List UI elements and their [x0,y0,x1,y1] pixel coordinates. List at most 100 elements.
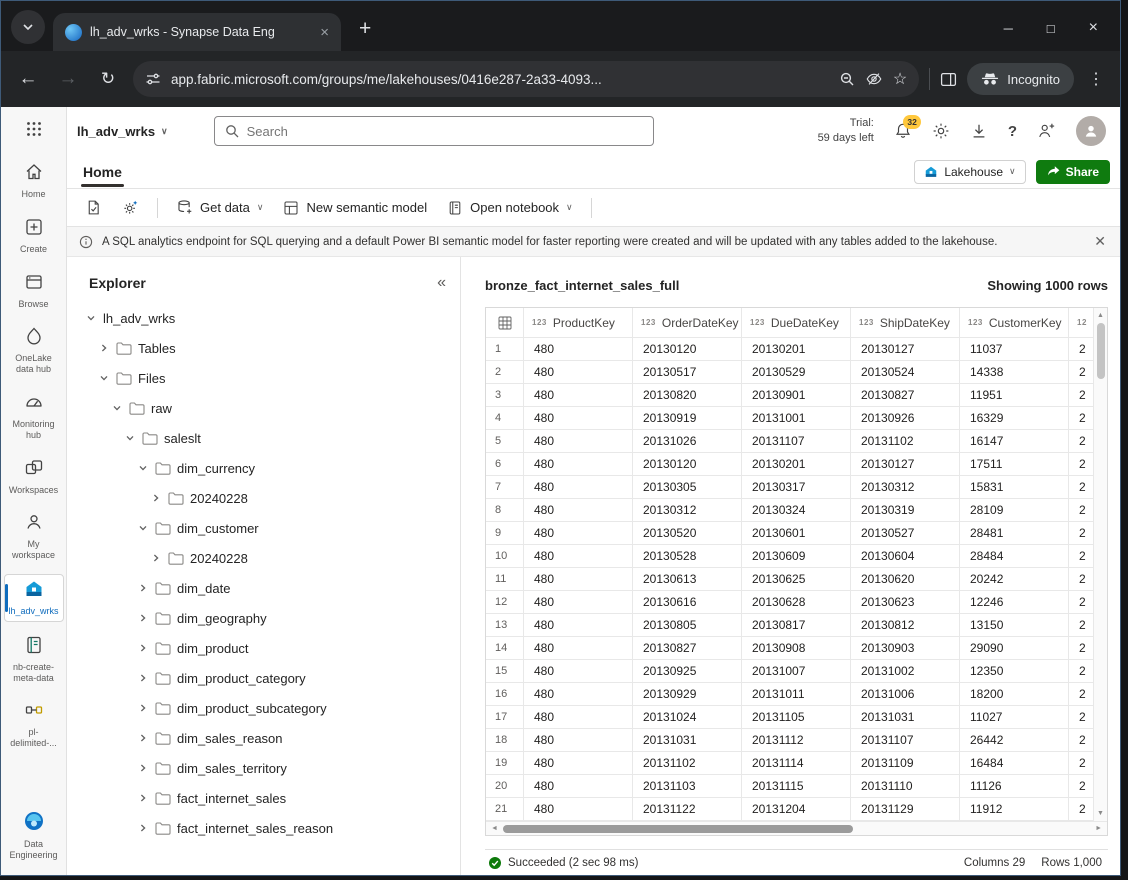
row-number-cell[interactable]: 9 [486,522,524,545]
row-number-cell[interactable]: 12 [486,591,524,614]
downloads-button[interactable] [970,122,988,140]
cell[interactable]: 20131006 [851,683,960,706]
tree-item-dim-product[interactable]: dim_product [67,633,460,663]
cell[interactable]: 11951 [960,384,1069,407]
cell[interactable]: 20242 [960,568,1069,591]
rail-item-monitoring-hub[interactable]: Monitoring hub [4,388,64,445]
cell[interactable]: 480 [524,683,633,706]
tree-item-lh-adv-wrks[interactable]: lh_adv_wrks [67,303,460,333]
refresh-icon[interactable]: ↻ [93,69,123,89]
cell[interactable]: 480 [524,522,633,545]
cell[interactable]: 480 [524,729,633,752]
rail-item-my-workspace[interactable]: My workspace [4,508,64,565]
cell[interactable]: 480 [524,637,633,660]
url-bar[interactable]: app.fabric.microsoft.com/groups/me/lakeh… [133,61,919,97]
rail-item-workspaces[interactable]: Workspaces [4,454,64,500]
cell[interactable]: 20130812 [851,614,960,637]
cell[interactable]: 28481 [960,522,1069,545]
rail-item-data-engineering[interactable]: Data Engineering [4,806,64,865]
cell[interactable]: 20130929 [633,683,742,706]
get-data-button[interactable]: Get data ∨ [168,194,271,221]
feedback-button[interactable] [1037,122,1056,140]
cell[interactable]: 20130127 [851,453,960,476]
cell[interactable]: 20131122 [633,798,742,821]
cell-partial[interactable]: 2 [1069,729,1093,752]
scrollbar-thumb[interactable] [1097,323,1105,379]
tree-item-dim-geography[interactable]: dim_geography [67,603,460,633]
scroll-left-icon[interactable]: ◄ [486,825,503,832]
cell[interactable]: 20130817 [742,614,851,637]
cell[interactable]: 20130925 [633,660,742,683]
cell[interactable]: 480 [524,384,633,407]
close-button[interactable]: × [1089,19,1098,37]
browser-tab[interactable]: lh_adv_wrks - Synapse Data Eng × [53,13,341,51]
column-header-shipdatekey[interactable]: 123ShipDateKey [851,308,960,338]
chevron-right-icon[interactable] [150,553,162,563]
row-number-cell[interactable]: 7 [486,476,524,499]
cell[interactable]: 20130623 [851,591,960,614]
cell[interactable]: 20131031 [851,706,960,729]
tree-item-dim-currency[interactable]: dim_currency [67,453,460,483]
cell-partial[interactable]: 2 [1069,407,1093,430]
cell[interactable]: 20130201 [742,338,851,361]
chevron-right-icon[interactable] [137,583,149,593]
rail-item-onelake-data-hub[interactable]: OneLake data hub [4,322,64,379]
rail-item-pl-delimited-[interactable]: pl-delimited-... [4,696,64,753]
cell[interactable]: 20130317 [742,476,851,499]
cell[interactable]: 480 [524,660,633,683]
cell-partial[interactable]: 2 [1069,384,1093,407]
cell[interactable]: 20130926 [851,407,960,430]
cell[interactable]: 20131026 [633,430,742,453]
cell[interactable]: 20131031 [633,729,742,752]
row-number-cell[interactable]: 11 [486,568,524,591]
tree-item-files[interactable]: Files [67,363,460,393]
tree-item-dim-sales-reason[interactable]: dim_sales_reason [67,723,460,753]
column-header-customerkey[interactable]: 123CustomerKey [960,308,1069,338]
cell[interactable]: 20131115 [742,775,851,798]
cell[interactable]: 20130120 [633,338,742,361]
row-number-cell[interactable]: 6 [486,453,524,476]
tree-item-20240228[interactable]: 20240228 [67,483,460,513]
cell[interactable]: 20131102 [633,752,742,775]
cell[interactable]: 28484 [960,545,1069,568]
tree-item-dim-product-category[interactable]: dim_product_category [67,663,460,693]
horizontal-scrollbar[interactable]: ◄ ► [486,821,1107,835]
cell[interactable]: 28109 [960,499,1069,522]
chevron-right-icon[interactable] [137,703,149,713]
site-settings-icon[interactable] [145,71,161,87]
cell-partial[interactable]: 2 [1069,522,1093,545]
side-panel-icon[interactable] [940,71,957,88]
cell-partial[interactable]: 2 [1069,660,1093,683]
select-all-cell[interactable] [486,308,524,338]
cell[interactable]: 20131112 [742,729,851,752]
scrollbar-thumb[interactable] [503,825,853,833]
cell[interactable]: 15831 [960,476,1069,499]
cell[interactable]: 20130524 [851,361,960,384]
rail-item-create[interactable]: Create [4,213,64,259]
cell[interactable]: 16484 [960,752,1069,775]
settings-button[interactable] [932,122,950,140]
cell[interactable]: 20130805 [633,614,742,637]
cell[interactable]: 17511 [960,453,1069,476]
cell[interactable]: 13150 [960,614,1069,637]
cell[interactable]: 20131102 [851,430,960,453]
cell-partial[interactable]: 2 [1069,568,1093,591]
cell[interactable]: 480 [524,453,633,476]
cell[interactable]: 480 [524,706,633,729]
row-number-cell[interactable]: 4 [486,407,524,430]
cell[interactable]: 14338 [960,361,1069,384]
cell[interactable]: 20130312 [851,476,960,499]
cell[interactable]: 20130520 [633,522,742,545]
column-header-partial[interactable]: 12 [1069,308,1093,338]
cell[interactable]: 20130601 [742,522,851,545]
cell[interactable]: 480 [524,338,633,361]
cell[interactable]: 20131107 [742,430,851,453]
chevron-right-icon[interactable] [137,823,149,833]
cell[interactable]: 20130908 [742,637,851,660]
sparkle-settings-button[interactable] [114,194,147,221]
chevron-down-icon[interactable] [98,373,110,383]
scroll-down-icon[interactable]: ▼ [1097,806,1104,821]
tracking-protection-eye-icon[interactable] [865,70,883,88]
account-avatar[interactable] [1076,116,1106,146]
tab-search-button[interactable] [11,10,45,44]
